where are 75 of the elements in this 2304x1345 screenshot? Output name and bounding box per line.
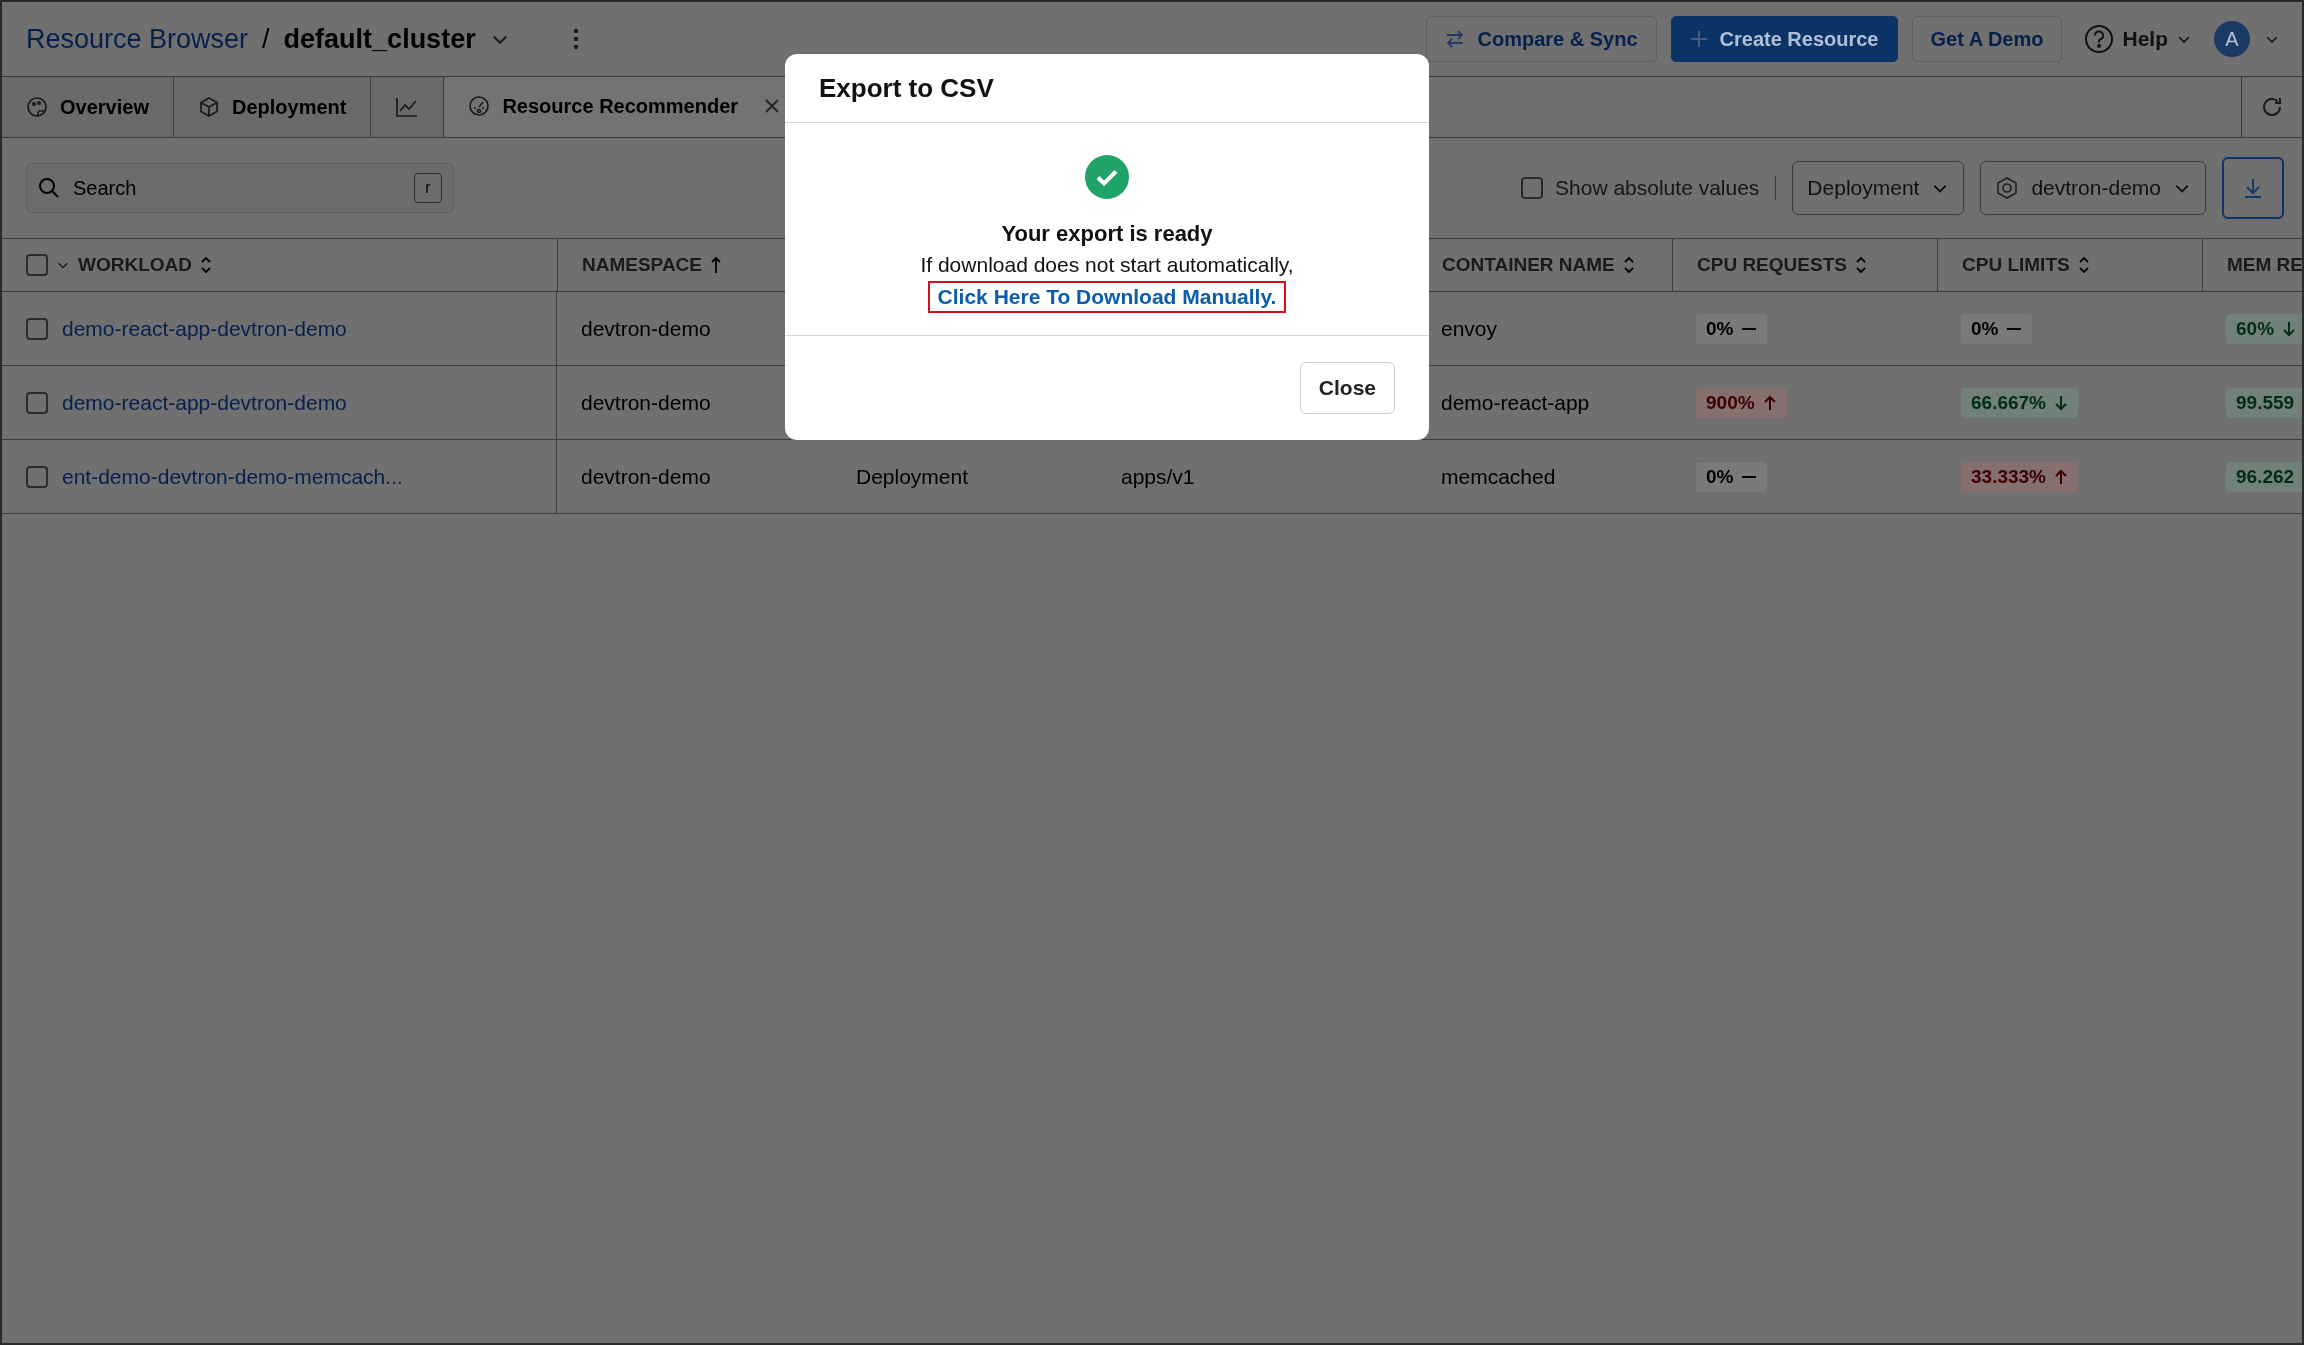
dialog-title: Export to CSV [819,72,994,104]
cpu-limits-badge: 66.667% [1961,387,2078,418]
cpu-limits-badge: 0% [1961,313,2033,344]
swap-arrows-icon [1445,30,1466,48]
cpu-requests-badge: 0% [1696,313,1768,344]
cpu-limits-badge: 33.333% [1961,461,2078,492]
line-chart-icon [395,96,420,118]
namespace-dropdown[interactable]: devtron-demo [1980,161,2206,215]
gauge-icon [468,95,491,117]
column-header[interactable]: WORKLOAD [78,254,192,276]
cluster-name: default_cluster [283,23,476,55]
help-menu[interactable]: Help [2076,24,2200,54]
workload-link[interactable]: demo-react-app-devtron-demo [62,390,347,415]
shortcut-key: r [414,173,442,203]
workload-link[interactable]: demo-react-app-devtron-demo [62,316,347,341]
dialog-heading: Your export is ready [1001,221,1213,247]
column-header[interactable]: NAMESPACE [582,254,702,276]
dialog-message: If download does not start automatically, [920,253,1294,277]
select-all-checkbox[interactable] [26,254,48,276]
breadcrumb-link[interactable]: Resource Browser [26,23,249,55]
hexagon-icon [1995,176,2020,200]
download-icon [2242,177,2264,199]
arrow-down-icon [2054,394,2068,411]
mem-requests-badge: 60% [2226,313,2302,344]
palette-icon [26,96,48,118]
arrow-down-icon [2282,320,2297,337]
row-checkbox[interactable] [26,317,48,340]
dash-icon [1741,474,1758,479]
arrow-up-icon [1762,394,1777,411]
cpu-requests-badge: 900% [1696,387,1787,418]
table-cell: demo-react-app [1441,390,1590,415]
workload-link[interactable]: ent-demo-devtron-demo-memcach... [62,464,403,489]
plus-icon [1689,30,1708,48]
table-cell: devtron-demo [581,390,711,415]
download-link[interactable]: Click Here To Download Manually. [927,281,1287,313]
kind-dropdown[interactable]: Deployment [1792,161,1965,215]
column-header[interactable]: CPU LIMITS [1962,254,2070,276]
table-cell: apps/v1 [1121,464,1195,489]
table-cell: memcached [1441,464,1556,489]
absolute-values-checkbox[interactable]: Show absolute values [1521,176,1777,200]
arrow-up-icon [2054,468,2068,485]
table-cell: Deployment [856,464,969,489]
table-cell: envoy [1441,316,1498,341]
table-cell: devtron-demo [581,316,711,341]
tab[interactable]: Deployment [173,77,372,137]
success-check-icon [1085,155,1129,199]
cube-icon [197,96,220,118]
dash-icon [1741,326,1758,331]
chart-tab[interactable] [371,77,445,137]
close-icon[interactable] [764,98,781,114]
create-button[interactable]: Create Resource [1670,16,1898,62]
row-checkbox[interactable] [26,391,48,414]
mem-requests-badge: 96.262 [2226,461,2302,492]
sort-icon[interactable] [2077,255,2090,275]
mem-requests-badge: 99.559 [2226,387,2302,418]
sort-icon[interactable] [1622,255,1635,275]
sort-icon[interactable] [200,255,212,275]
help-icon [2084,24,2115,54]
dash-icon [2006,326,2023,331]
cpu-requests-badge: 0% [1696,461,1768,492]
row-checkbox[interactable] [26,465,48,488]
download-button[interactable] [2222,157,2284,219]
refresh-icon[interactable] [2260,95,2284,119]
breadcrumb-separator: / [262,23,270,55]
tab[interactable]: Overview [2,77,174,137]
table-cell: devtron-demo [581,464,711,489]
close-button[interactable]: Close [1299,362,1395,414]
demo-button[interactable]: Get A Demo [1911,16,2063,62]
user-avatar[interactable]: A [2214,21,2250,57]
sort-ascending-icon[interactable] [710,256,722,274]
compare-sync-button[interactable]: Compare & Sync [1426,16,1657,62]
search-icon [38,177,60,199]
checkbox[interactable] [1521,177,1544,199]
sort-icon[interactable] [1854,255,1867,275]
more-options-icon[interactable] [571,27,580,51]
